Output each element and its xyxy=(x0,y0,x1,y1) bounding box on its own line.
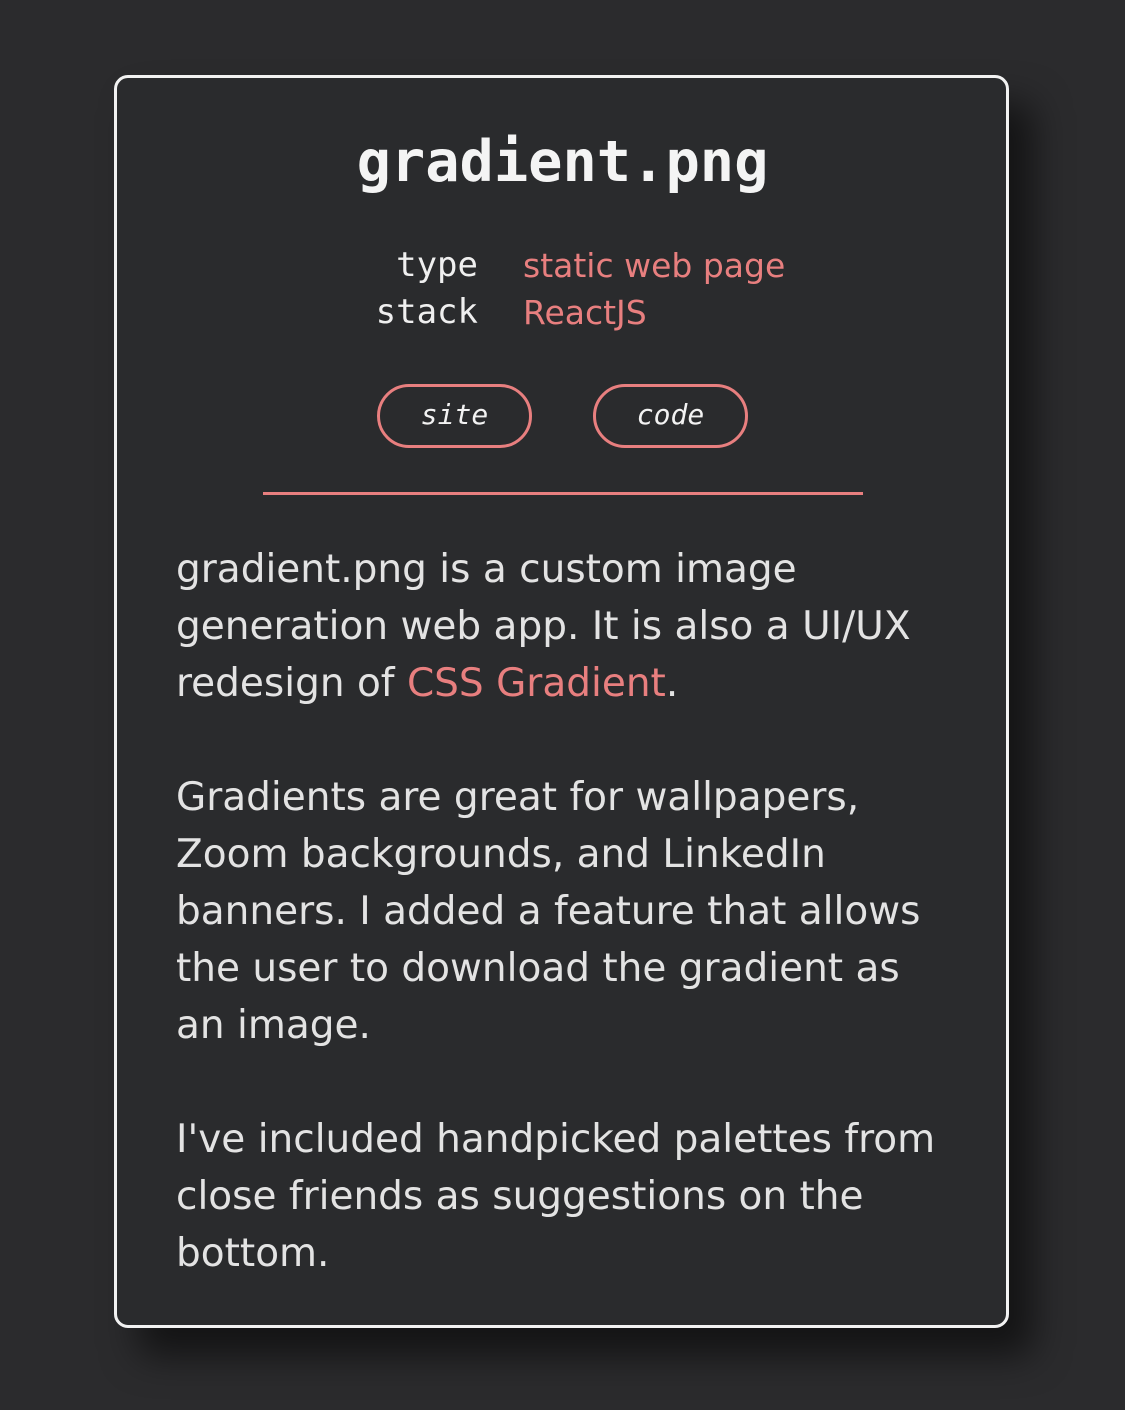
meta-row-type: type static web page xyxy=(0,242,1125,289)
meta-key-stack: stack xyxy=(375,292,478,332)
project-meta: type static web page stack ReactJS xyxy=(0,242,1125,336)
meta-value-type: static web page xyxy=(523,246,786,285)
meta-row-stack: stack ReactJS xyxy=(0,289,1125,336)
description-paragraph-2: Gradients are great for wallpapers, Zoom… xyxy=(176,775,921,1048)
project-title: gradient.png xyxy=(356,129,769,195)
code-button[interactable]: code xyxy=(593,384,748,448)
description-paragraph-1: gradient.png is a custom image generatio… xyxy=(176,541,936,712)
description-paragraph-3: I've included handpicked palettes from c… xyxy=(176,1117,936,1276)
css-gradient-link[interactable]: CSS Gradient xyxy=(407,661,666,706)
divider xyxy=(263,492,863,495)
description-punctuation: . xyxy=(665,661,679,706)
meta-key-type: type xyxy=(396,245,478,285)
meta-value-stack: ReactJS xyxy=(523,293,647,332)
site-button[interactable]: site xyxy=(377,384,532,448)
